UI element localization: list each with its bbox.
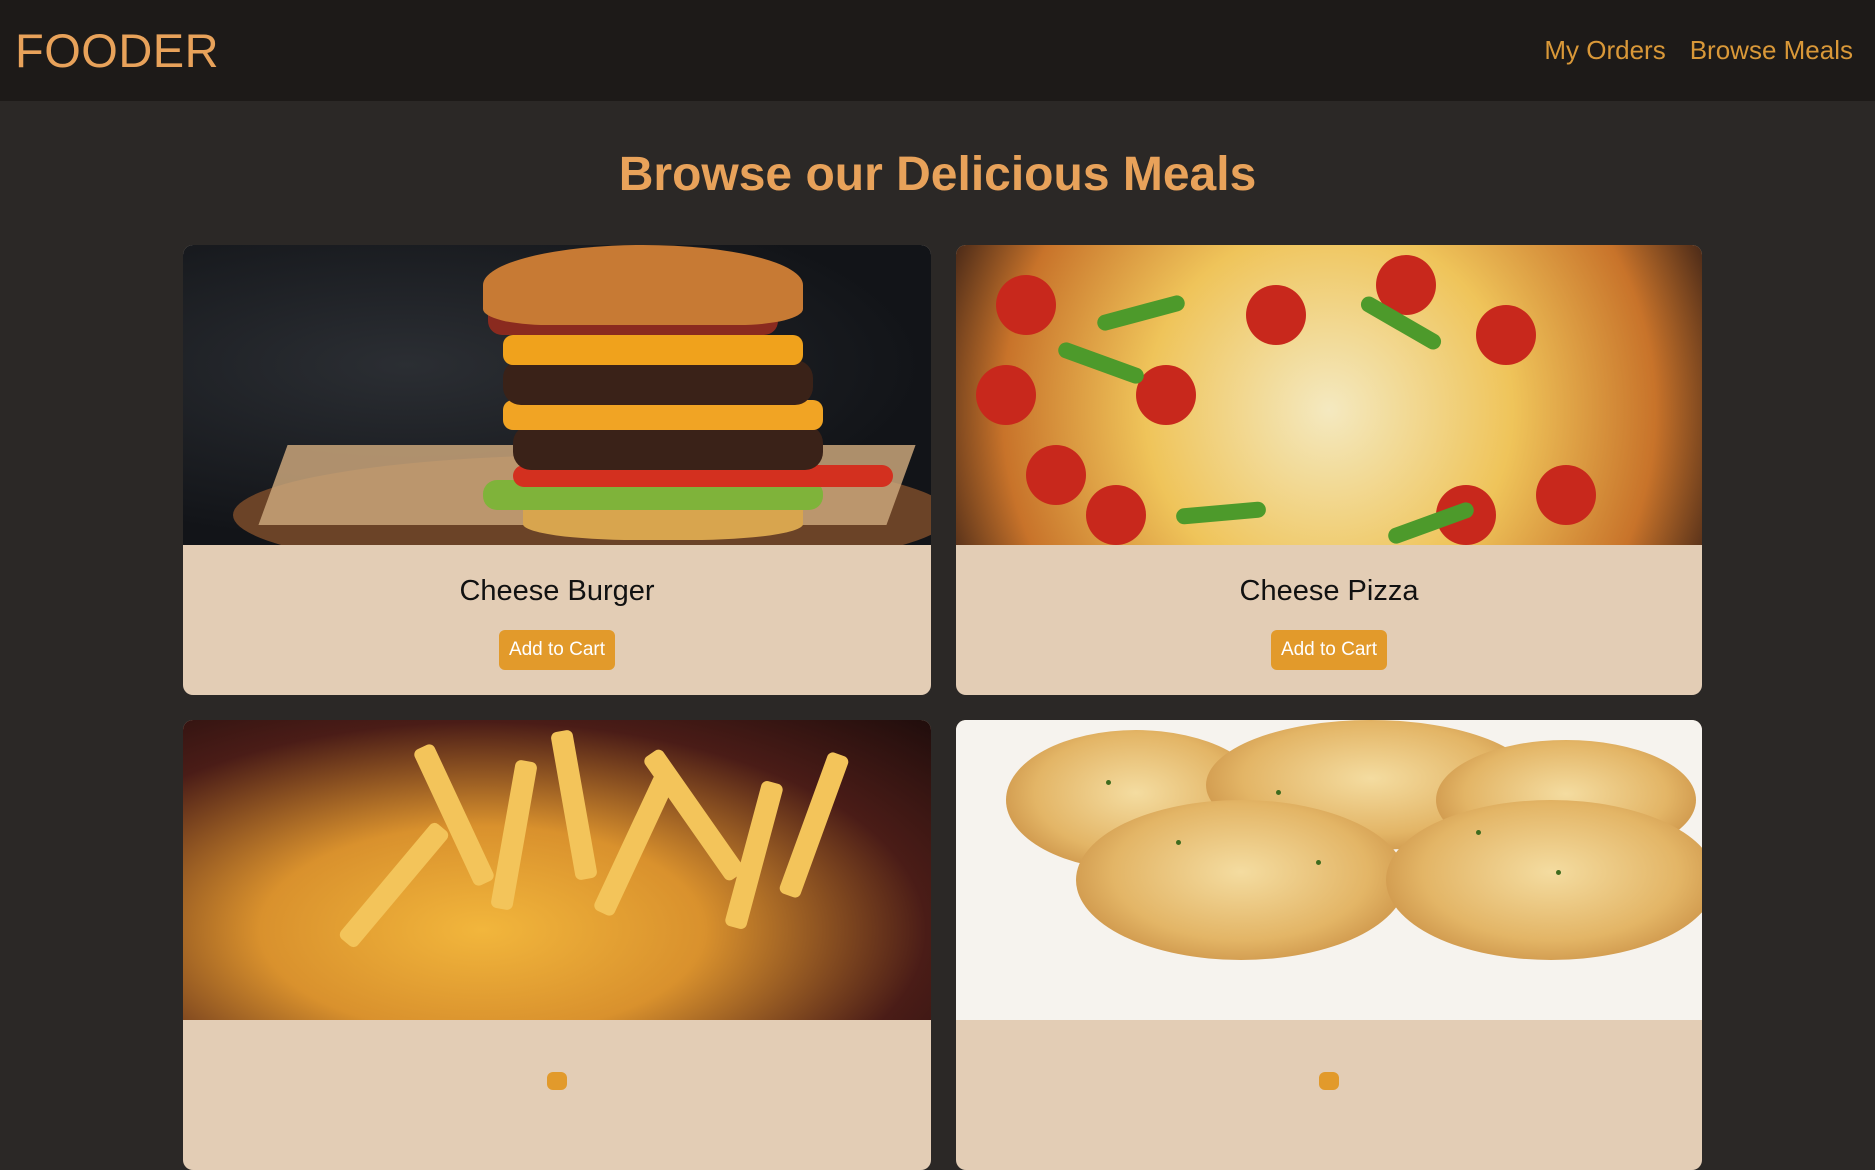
add-to-cart-button[interactable] (1319, 1072, 1339, 1090)
fries-image (183, 720, 931, 1020)
pizza-image (956, 245, 1702, 545)
nav-link-browse-meals[interactable]: Browse Meals (1690, 35, 1853, 66)
burger-image (183, 245, 931, 545)
add-to-cart-button[interactable] (547, 1072, 567, 1090)
meal-card: Cheese Burger Add to Cart (183, 245, 931, 695)
meal-title: Cheese Pizza (1239, 575, 1419, 607)
meal-title: Cheese Burger (459, 575, 655, 607)
nav-links: My Orders Browse Meals (1544, 35, 1853, 66)
brand-logo[interactable]: FOODER (15, 23, 219, 78)
garlic-bread-image (956, 720, 1702, 1020)
meal-info (956, 1020, 1702, 1170)
meal-info: Cheese Pizza Add to Cart (956, 545, 1702, 695)
meal-card (956, 720, 1702, 1170)
top-navbar: FOODER My Orders Browse Meals (0, 0, 1875, 101)
add-to-cart-button[interactable]: Add to Cart (1270, 630, 1388, 670)
page-title: Browse our Delicious Meals (618, 148, 1257, 201)
add-to-cart-button[interactable]: Add to Cart (498, 630, 616, 670)
meal-card: Cheese Pizza Add to Cart (956, 245, 1702, 695)
meal-info (183, 1020, 931, 1170)
meal-info: Cheese Burger Add to Cart (183, 545, 931, 695)
meal-card (183, 720, 931, 1170)
meals-grid: Cheese Burger Add to Cart Cheese Pizza A… (183, 245, 1702, 1170)
nav-link-my-orders[interactable]: My Orders (1544, 35, 1665, 66)
